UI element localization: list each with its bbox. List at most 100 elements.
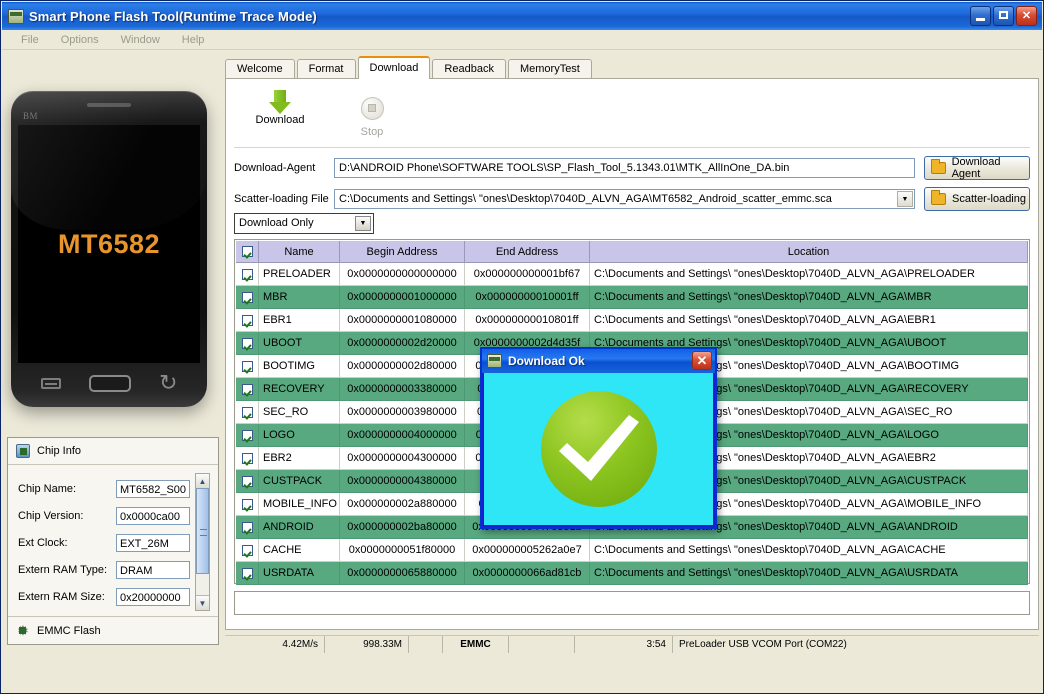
cell-name: ANDROID [258,515,340,539]
folder-icon [931,190,946,205]
minimize-button[interactable] [970,6,991,26]
dialog-close-button[interactable]: ✕ [692,351,712,370]
tab-memorytest[interactable]: MemoryTest [507,59,592,79]
extern-ram-type-value: DRAM [116,560,190,579]
row-checkbox[interactable] [241,498,253,510]
row-checkbox-cell[interactable] [236,515,259,539]
tab-welcome[interactable]: Welcome [225,59,295,79]
cell-begin-address: 0x0000000004380000 [339,469,465,493]
select-all-header[interactable] [236,241,259,263]
emmc-flash-section[interactable]: ⚙ EMMC Flash [8,616,218,644]
row-checkbox-cell[interactable] [236,423,259,447]
table-row[interactable]: CACHE 0x0000000051f80000 0x000000005262a0e… [236,538,1028,562]
status-size: 998.33M [325,636,409,653]
row-checkbox[interactable] [241,475,253,487]
download-mode-combo[interactable]: Download Only ▼ [234,213,374,234]
scroll-up-icon[interactable]: ▲ [196,474,209,489]
row-checkbox-cell[interactable] [236,446,259,470]
select-all-checkbox[interactable] [241,246,253,258]
download-agent-button-label: Download Agent [951,156,1001,180]
download-ok-dialog: Download Ok ✕ [480,347,717,529]
menu-key-icon [40,377,61,389]
row-checkbox[interactable] [241,337,253,349]
extern-ram-type-label: Extern RAM Type: [18,563,108,576]
menu-item-window[interactable]: Window [110,32,171,48]
tab-format[interactable]: Format [296,59,356,79]
back-key-icon: ↺ [158,370,178,395]
cell-name: BOOTIMG [258,354,340,378]
row-checkbox[interactable] [241,268,253,280]
chip-info-scrollbar[interactable]: ▲ ▼ [195,473,210,611]
stop-button[interactable]: Stop [326,96,418,138]
gear-icon: ⚙ [17,622,29,638]
table-row[interactable]: EBR1 0x0000000001080000 0x00000000010801ff… [236,308,1028,332]
row-checkbox[interactable] [241,452,253,464]
row-checkbox-cell[interactable] [236,538,259,562]
scatter-loading-label: Scatter-loading File [234,193,329,205]
scatter-loading-browse-button[interactable]: Scatter-loading [924,187,1030,211]
cell-name: UBOOT [258,331,340,355]
cell-begin-address: 0x0000000002d20000 [339,331,465,355]
table-row[interactable]: MBR 0x0000000001000000 0x00000000010001ff C… [236,285,1028,309]
tab-readback[interactable]: Readback [432,59,506,79]
cell-location: C:\Documents and Settings\ "ones\Desktop… [589,561,1028,585]
download-button[interactable]: Download [234,90,326,126]
row-checkbox[interactable] [241,567,253,579]
cell-begin-address: 0x0000000003380000 [339,377,465,401]
scrollbar-thumb[interactable] [196,488,209,574]
row-checkbox-cell[interactable] [236,561,259,585]
row-checkbox-cell[interactable] [236,285,259,309]
chevron-down-icon[interactable]: ▼ [897,191,913,207]
row-checkbox[interactable] [241,383,253,395]
menu-item-help[interactable]: Help [171,32,216,48]
row-checkbox[interactable] [241,314,253,326]
row-checkbox-cell[interactable] [236,492,259,516]
column-header-location: Location [589,241,1028,263]
row-checkbox[interactable] [241,521,253,533]
row-checkbox-cell[interactable] [236,331,259,355]
row-checkbox[interactable] [241,544,253,556]
row-checkbox-cell[interactable] [236,308,259,332]
row-checkbox[interactable] [241,406,253,418]
extern-ram-size-label: Extern RAM Size: [18,590,105,603]
cell-name: EBR2 [258,446,340,470]
cell-name: EBR1 [258,308,340,332]
row-checkbox[interactable] [241,360,253,372]
cell-name: MBR [258,285,340,309]
row-checkbox-cell[interactable] [236,354,259,378]
tab-download[interactable]: Download [357,56,431,79]
chip-version-value: 0x0000ca00 [116,506,190,525]
row-checkbox-cell[interactable] [236,262,259,286]
row-checkbox[interactable] [241,429,253,441]
table-row[interactable]: USRDATA 0x0000000065880000 0x0000000066ad8… [236,561,1028,585]
cell-end-address: 0x000000005262a0e7 [464,538,590,562]
maximize-button[interactable] [993,6,1014,26]
chip-icon [16,444,30,458]
row-checkbox-cell[interactable] [236,469,259,493]
cell-begin-address: 0x0000000001080000 [339,308,465,332]
chevron-down-icon[interactable]: ▼ [355,216,371,231]
scatter-loading-button-label: Scatter-loading [952,193,1026,205]
cell-begin-address: 0x0000000001000000 [339,285,465,309]
scroll-down-icon[interactable]: ▼ [196,595,209,610]
application-window: Smart Phone Flash Tool(Runtime Trace Mod… [0,0,1044,694]
cell-end-address: 0x0000000066ad81cb [464,561,590,585]
table-row[interactable]: PRELOADER 0x0000000000000000 0x00000000000… [236,262,1028,286]
row-checkbox-cell[interactable] [236,377,259,401]
device-preview: BM MT6582 ↺ [7,69,211,429]
menu-item-options[interactable]: Options [50,32,110,48]
download-agent-browse-button[interactable]: Download Agent [924,156,1030,180]
row-checkbox-cell[interactable] [236,400,259,424]
cell-location: C:\Documents and Settings\ "ones\Desktop… [589,285,1028,309]
download-agent-input[interactable]: D:\ANDROID Phone\SOFTWARE TOOLS\SP_Flash… [334,158,915,178]
scatter-loading-combo[interactable]: C:\Documents and Settings\ "ones\Desktop… [334,189,915,209]
cell-begin-address: 0x000000002ba80000 [339,515,465,539]
cell-location: C:\Documents and Settings\ "ones\Desktop… [589,308,1028,332]
cell-begin-address: 0x0000000000000000 [339,262,465,286]
row-checkbox[interactable] [241,291,253,303]
status-elapsed-time: 3:54 [575,636,673,653]
dialog-app-icon [487,354,502,368]
close-button[interactable]: ✕ [1016,6,1037,26]
dialog-body [484,373,713,525]
menu-item-file[interactable]: File [10,32,50,48]
